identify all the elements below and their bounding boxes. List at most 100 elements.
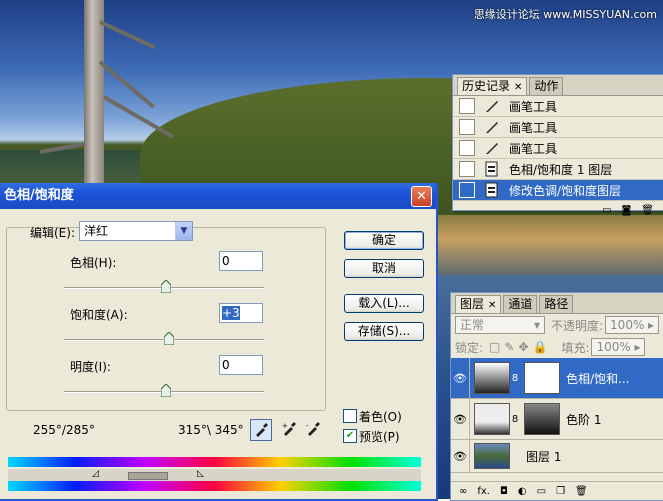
link-layers-icon[interactable]: ∞: [459, 486, 467, 497]
layer-row[interactable]: 👁 图层 1: [451, 440, 663, 473]
output-color-bar: [8, 481, 421, 491]
colorize-label: 着色(O): [359, 410, 402, 424]
layer-row[interactable]: 👁 8 色阶 1: [451, 399, 663, 440]
blend-mode-select[interactable]: 正常 ▾: [455, 316, 545, 334]
layers-footer: ∞ fx. ◘ ◐ ▭ ❐ 🗑: [451, 481, 663, 500]
edit-select[interactable]: 洋红 ▼: [79, 221, 193, 241]
layer-mask-thumbnail[interactable]: [524, 362, 560, 394]
opacity-field[interactable]: 100% ▸: [605, 316, 660, 334]
tab-actions[interactable]: 动作: [529, 77, 564, 95]
hue-input[interactable]: 0: [219, 251, 263, 271]
new-group-icon[interactable]: ▭: [537, 486, 546, 497]
new-snapshot-icon[interactable]: ◙: [622, 205, 632, 216]
history-footer: ▭ ◙ 🗑: [453, 201, 663, 219]
saturation-input[interactable]: +3: [219, 303, 263, 323]
fill-field[interactable]: 100% ▸: [591, 338, 646, 356]
history-item[interactable]: 画笔工具: [453, 138, 663, 159]
add-eyedropper-icon[interactable]: +: [279, 419, 299, 439]
hue-label: 色相(H):: [70, 256, 117, 270]
range-left-handle[interactable]: ◿: [92, 469, 99, 479]
preview-label: 预览(P): [359, 430, 400, 444]
watermark: 思缘设计论坛 www.MISSYUAN.com: [473, 8, 657, 21]
input-color-bar: [8, 457, 421, 467]
range-slider-track[interactable]: [8, 469, 421, 481]
snapshot-source-checkbox[interactable]: [459, 182, 475, 198]
snapshot-source-checkbox[interactable]: [459, 119, 475, 135]
link-icon: 8: [511, 413, 519, 425]
snapshot-source-checkbox[interactable]: [459, 98, 475, 114]
levels-thumbnail: [474, 403, 510, 435]
svg-text:+: +: [282, 422, 288, 430]
chevron-right-icon: ▸: [634, 340, 641, 354]
brush-icon: [483, 98, 501, 114]
link-icon: 8: [511, 372, 519, 384]
tab-paths[interactable]: 路径: [539, 295, 574, 313]
subtract-eyedropper-icon[interactable]: -: [303, 419, 323, 439]
layer-mask-thumbnail[interactable]: [524, 403, 560, 435]
chevron-down-icon: ▾: [533, 318, 540, 332]
photo-shore: [430, 215, 663, 275]
eye-icon[interactable]: 👁: [451, 440, 470, 472]
layers-panel: 图层 ✕ 通道 路径 正常 ▾ 不透明度: 100% ▸ 锁定: □✎✥🔒 填充: 1…: [450, 292, 663, 501]
tab-history[interactable]: 历史记录 ✕: [457, 77, 528, 95]
layers-options-row: 正常 ▾ 不透明度: 100% ▸: [451, 314, 663, 336]
trash-icon[interactable]: 🗑: [641, 205, 654, 216]
history-tabs: 历史记录 ✕ 动作: [453, 75, 663, 96]
edit-label: 编辑(E):: [30, 226, 75, 240]
history-item[interactable]: 画笔工具: [453, 117, 663, 138]
lock-icons[interactable]: □✎✥🔒: [489, 340, 551, 354]
history-item-selected[interactable]: 修改色调/饱和度图层: [453, 180, 663, 201]
lightness-label: 明度(I):: [70, 360, 111, 374]
fx-icon[interactable]: fx.: [477, 486, 490, 497]
range-right-readout: 315°\ 345°: [178, 423, 244, 437]
hue-slider-thumb[interactable]: [161, 280, 171, 293]
tab-layers[interactable]: 图层 ✕: [455, 295, 502, 313]
history-state-icon: [483, 161, 501, 177]
hue-saturation-dialog: 色相/饱和度 ✕ 编辑(E): 洋红 ▼ 色相(H): 0 饱和度(A): +3…: [0, 183, 438, 501]
snapshot-source-checkbox[interactable]: [459, 161, 475, 177]
image-thumbnail: [474, 443, 510, 469]
chevron-right-icon: ▸: [648, 318, 655, 332]
ok-button[interactable]: 确定: [344, 231, 424, 250]
save-button[interactable]: 存储(S)...: [344, 322, 424, 341]
adjustment-layer-icon[interactable]: ◐: [518, 486, 527, 497]
photo-tree-trunk: [84, 0, 104, 200]
brush-icon: [483, 119, 501, 135]
eyedropper-icon[interactable]: [250, 419, 272, 441]
close-icon[interactable]: ✕: [514, 82, 522, 93]
lightness-slider-thumb[interactable]: [161, 384, 171, 397]
eye-icon[interactable]: 👁: [451, 399, 470, 439]
new-document-from-state-icon[interactable]: ▭: [602, 205, 611, 216]
range-left-readout: 255°/285°: [33, 423, 95, 437]
load-button[interactable]: 载入(L)...: [344, 294, 424, 313]
add-mask-icon[interactable]: ◘: [500, 486, 508, 497]
snapshot-source-checkbox[interactable]: [459, 140, 475, 156]
layers-lock-row: 锁定: □✎✥🔒 填充: 100% ▸: [451, 336, 663, 358]
preview-checkbox[interactable]: ✔: [343, 429, 357, 443]
eye-icon[interactable]: 👁: [451, 358, 470, 398]
layers-tabs: 图层 ✕ 通道 路径: [451, 293, 663, 314]
adjustment-layer-thumbnail: [474, 362, 510, 394]
cancel-button[interactable]: 取消: [344, 259, 424, 278]
trash-icon[interactable]: 🗑: [575, 486, 588, 497]
colorize-checkbox[interactable]: [343, 409, 357, 423]
tab-channels[interactable]: 通道: [503, 295, 538, 313]
dialog-title: 色相/饱和度: [4, 188, 74, 203]
history-item[interactable]: 画笔工具: [453, 96, 663, 117]
chevron-down-icon[interactable]: ▼: [175, 222, 192, 240]
history-panel: 历史记录 ✕ 动作 画笔工具 画笔工具 画笔工具 色相/饱和度 1 图层 修改色调…: [452, 74, 663, 216]
new-layer-icon[interactable]: ❐: [556, 486, 565, 497]
close-icon[interactable]: ✕: [488, 300, 496, 311]
svg-text:-: -: [306, 422, 309, 430]
close-icon[interactable]: ✕: [411, 186, 432, 207]
range-right-handle[interactable]: ◺: [197, 469, 204, 479]
history-item[interactable]: 色相/饱和度 1 图层: [453, 159, 663, 180]
history-state-icon: [483, 182, 501, 198]
layer-row[interactable]: 👁 8 色相/饱和...: [451, 358, 663, 399]
range-adjustment-bar[interactable]: [128, 472, 168, 480]
saturation-slider-thumb[interactable]: [164, 332, 174, 345]
lightness-input[interactable]: 0: [219, 355, 263, 375]
brush-icon: [483, 140, 501, 156]
dialog-titlebar[interactable]: 色相/饱和度 ✕: [0, 183, 436, 209]
saturation-label: 饱和度(A):: [70, 308, 128, 322]
